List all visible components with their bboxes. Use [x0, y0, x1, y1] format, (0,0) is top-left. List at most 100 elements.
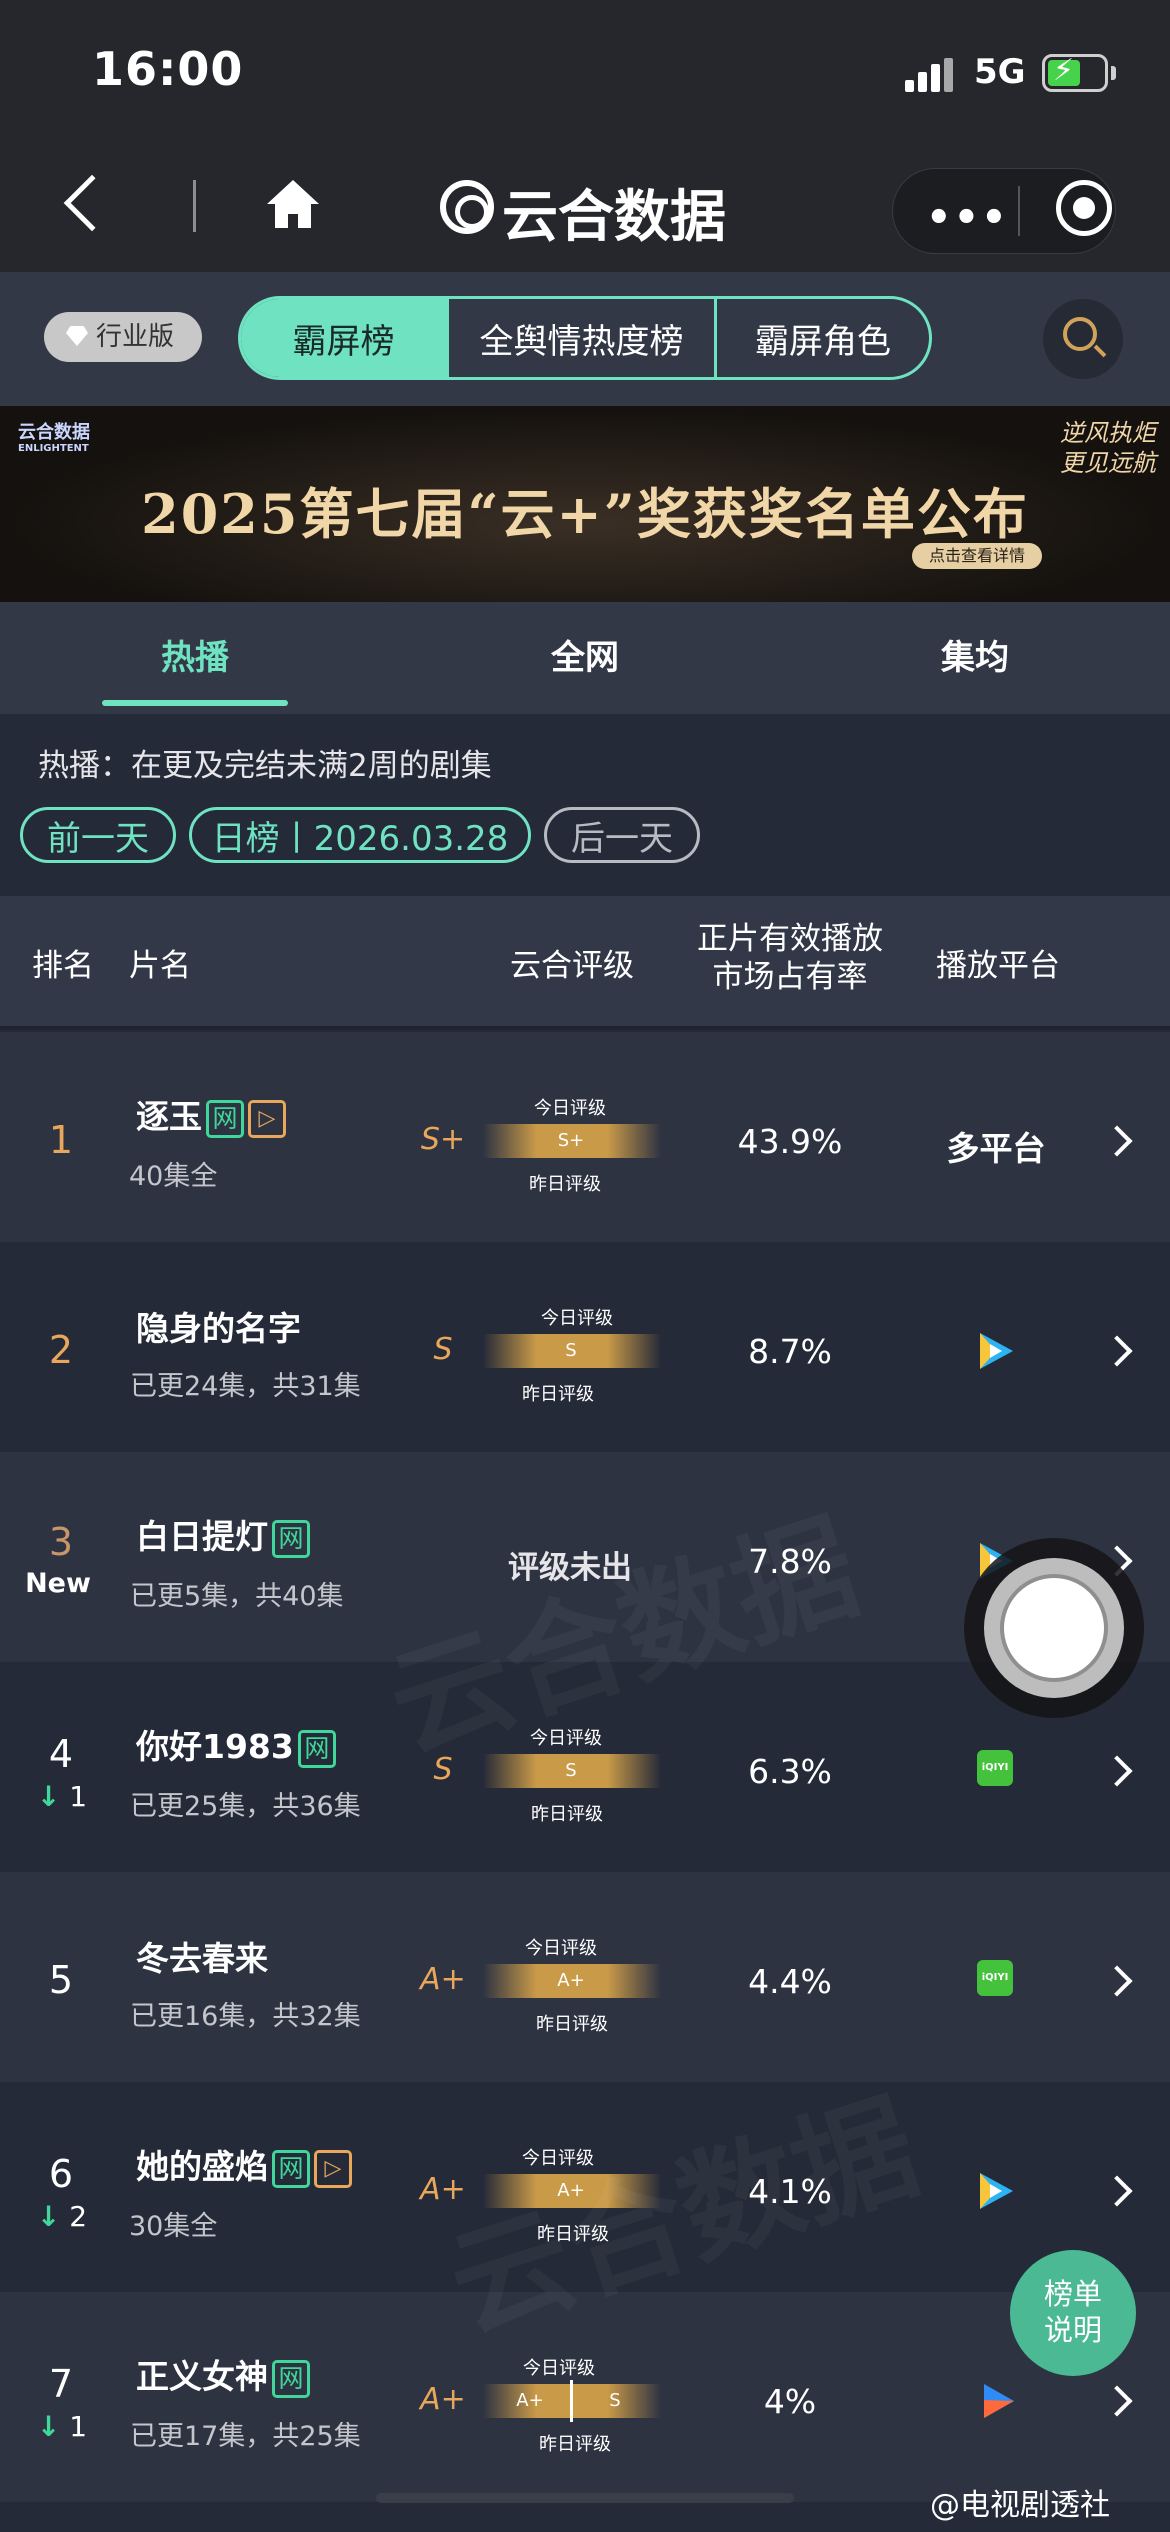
drama-title: 她的盛焰网 ▷	[136, 2140, 352, 2188]
episode-info: 已更24集，共31集	[130, 1371, 361, 1402]
market-share: 8.7%	[748, 1332, 832, 1371]
rank-number: 7	[48, 2362, 74, 2406]
home-icon[interactable]	[263, 176, 323, 232]
market-share: 6.3%	[748, 1752, 832, 1791]
tab-episode-avg[interactable]: 集均	[875, 630, 1075, 679]
platform-multi: 多平台	[946, 1129, 1046, 1168]
episode-info: 已更5集，共40集	[130, 1581, 344, 1612]
drama-title-text: 她的盛焰	[136, 2147, 268, 2186]
header-share: 正片有效播放 市场占有率	[690, 920, 890, 996]
grade-bar-today: A+	[516, 2390, 544, 2411]
rank-number: 6	[48, 2152, 74, 2196]
grade-bar-value: S	[565, 1340, 577, 1361]
drama-title: 逐玉网 ▷	[136, 1090, 286, 1138]
tab-all-network[interactable]: 全网	[485, 630, 685, 679]
rank-number: 2	[48, 1328, 74, 1372]
net-tag: 网	[272, 1519, 310, 1558]
tencent-video-icon	[980, 2173, 1013, 2209]
drama-title: 白日提灯网	[136, 1510, 310, 1558]
iqiyi-icon: iQIYI	[977, 1750, 1013, 1786]
net-tag: 网	[272, 2359, 310, 2398]
drama-title-text: 正义女神	[136, 2357, 268, 2396]
tab-bapingbang[interactable]: 霸屏榜	[241, 299, 449, 377]
market-share: 43.9%	[737, 1122, 843, 1161]
drama-title-text: 逐玉	[136, 1097, 202, 1136]
yesterday-grade-label: 昨日评级	[539, 2434, 611, 2455]
rank-change: ↓ 1	[22, 1780, 102, 1813]
battery-icon: ⚡	[1042, 53, 1108, 92]
grade-label: A+	[420, 2382, 466, 2417]
network-label: 5G	[974, 52, 1026, 92]
search-icon	[1063, 317, 1097, 351]
yesterday-grade-label: 昨日评级	[529, 1174, 601, 1195]
banner-logo-en: ENLIGHTENT	[18, 443, 89, 454]
list-description: 热播：在更及完结未满2周的剧集	[38, 748, 492, 784]
search-button[interactable]	[1043, 299, 1123, 379]
episode-info: 30集全	[129, 2211, 218, 2242]
header-title: 片名	[129, 948, 191, 984]
market-share: 4.4%	[748, 1962, 832, 2001]
episode-info: 已更16集，共32集	[130, 2001, 361, 2032]
yesterday-grade-label: 昨日评级	[522, 1384, 594, 1405]
ranking-explanation-button[interactable]: 榜单 说明	[1010, 2250, 1136, 2376]
grade-label: A+	[420, 1962, 466, 1997]
rank-number: 1	[48, 1118, 74, 1162]
explain-line1: 榜单	[1043, 2277, 1102, 2311]
header-share-line2: 市场占有率	[712, 959, 868, 995]
exclusive-tag: ▷	[314, 2149, 352, 2188]
grade-label: S+	[420, 1122, 466, 1157]
episode-info: 已更17集，共25集	[130, 2421, 361, 2452]
explain-line2: 说明	[1043, 2313, 1102, 2347]
drama-title-text: 白日提灯	[136, 1517, 268, 1556]
brand-logo-icon	[440, 180, 494, 234]
assistive-touch-button[interactable]	[964, 1538, 1144, 1718]
yesterday-grade-label: 昨日评级	[531, 1804, 603, 1825]
episode-info: 40集全	[129, 1161, 218, 1192]
arrow-down-icon: ↓	[36, 2410, 61, 2443]
today-grade-label: 今日评级	[525, 1938, 597, 1959]
rank-change: ↓ 1	[22, 2410, 102, 2443]
prev-day-button[interactable]: 前一天	[20, 807, 176, 863]
drama-title: 冬去春来	[136, 1939, 268, 1978]
grade-bar-value: S	[565, 1760, 577, 1781]
tab-public-opinion[interactable]: 全舆情热度榜	[449, 299, 717, 377]
drama-title: 你好1983 网	[136, 1720, 336, 1768]
tencent-video-icon	[980, 1333, 1013, 1369]
grade-bar-value: A+	[557, 1970, 585, 1991]
today-grade-label: 今日评级	[534, 1098, 606, 1119]
arrow-down-icon: ↓	[36, 1780, 61, 1813]
close-miniprogram-icon[interactable]	[1056, 180, 1112, 236]
youku-icon	[984, 2384, 1014, 2418]
edition-badge[interactable]: 行业版	[44, 312, 202, 362]
ranking-type-switch: 霸屏榜 全舆情热度榜 霸屏角色	[238, 296, 932, 380]
grade-bar-value: S+	[557, 1130, 585, 1151]
header-platform: 播放平台	[936, 948, 1060, 984]
tab-roles[interactable]: 霸屏角色	[717, 299, 929, 377]
capsule-divider	[1018, 186, 1020, 236]
home-indicator	[376, 2493, 794, 2503]
nav-divider	[193, 180, 196, 232]
next-day-button[interactable]: 后一天	[544, 807, 700, 863]
banner-detail-button[interactable]: 点击查看详情	[912, 543, 1042, 569]
more-icon[interactable]: •••	[926, 195, 1009, 241]
episode-info: 已更25集，共36集	[130, 1791, 361, 1822]
net-tag: 网	[206, 1099, 244, 1138]
date-picker[interactable]: 日榜丨2026.03.28	[189, 807, 531, 863]
signal-icon	[905, 58, 953, 92]
rank-change-value: 1	[69, 2410, 88, 2443]
battery-tip	[1111, 66, 1116, 80]
header-rank: 排名	[32, 948, 94, 984]
banner-logo: 云合数据 ENLIGHTENT	[18, 418, 128, 454]
rank-number: 5	[48, 1958, 74, 2002]
arrow-down-icon: ↓	[36, 2200, 61, 2233]
rank-number: 4	[48, 1732, 74, 1776]
rank-change-value: 2	[69, 2200, 88, 2233]
tab-hot[interactable]: 热播	[95, 630, 295, 679]
net-tag: 网	[272, 2149, 310, 2188]
header-grade: 云合评级	[510, 948, 634, 984]
market-share: 4%	[763, 2382, 817, 2421]
today-grade-label: 今日评级	[541, 1308, 613, 1329]
drama-title: 正义女神网	[136, 2350, 310, 2398]
net-tag: 网	[297, 1729, 336, 1768]
banner-title: 2025第七届“云+”奖获奖名单公布	[141, 482, 1029, 546]
